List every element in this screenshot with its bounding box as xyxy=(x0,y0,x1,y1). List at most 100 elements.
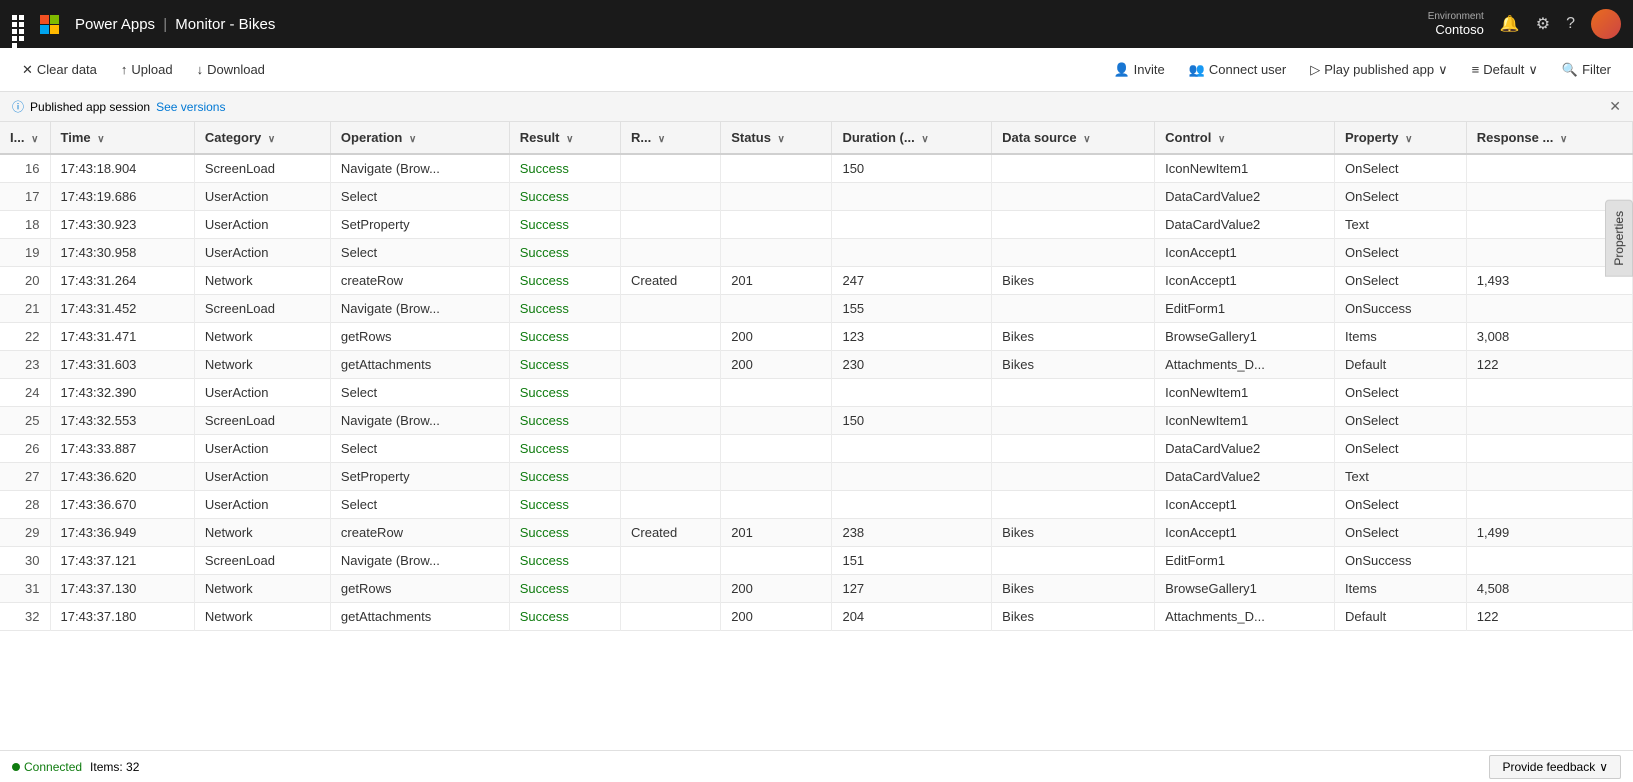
table-row[interactable]: 2417:43:32.390UserActionSelectSuccessIco… xyxy=(0,379,1633,407)
clear-data-button[interactable]: ✕ Clear data xyxy=(12,58,107,82)
table-cell: Attachments_D... xyxy=(1155,351,1335,379)
table-row[interactable]: 2817:43:36.670UserActionSelectSuccessIco… xyxy=(0,491,1633,519)
filter-icon: 🔍 xyxy=(1562,62,1578,78)
provide-feedback-button[interactable]: Provide feedback ∨ xyxy=(1489,755,1621,779)
table-cell xyxy=(832,211,992,239)
see-versions-link[interactable]: See versions xyxy=(156,100,225,114)
table-cell xyxy=(721,379,832,407)
table-cell: Bikes xyxy=(992,519,1155,547)
table-cell: Bikes xyxy=(992,575,1155,603)
table-container: I... ∨ Time ∨ Category ∨ Operation ∨ Res… xyxy=(0,122,1633,750)
info-bar: ⓘ Published app session See versions ✕ xyxy=(0,92,1633,122)
table-row[interactable]: 3217:43:37.180NetworkgetAttachmentsSucce… xyxy=(0,603,1633,631)
info-icon: ⓘ xyxy=(12,98,24,115)
table-row[interactable]: 2317:43:31.603NetworkgetAttachmentsSucce… xyxy=(0,351,1633,379)
table-cell: Success xyxy=(509,463,620,491)
avatar[interactable] xyxy=(1591,9,1621,39)
table-cell xyxy=(621,575,721,603)
table-cell: OnSelect xyxy=(1335,435,1467,463)
table-cell: getAttachments xyxy=(330,351,509,379)
play-published-app-button[interactable]: ▷ Play published app ∨ xyxy=(1300,58,1457,82)
col-response[interactable]: Response ... ∨ xyxy=(1466,122,1632,154)
table-cell: 27 xyxy=(0,463,50,491)
invite-button[interactable]: 👤 Invite xyxy=(1103,58,1174,82)
table-row[interactable]: 2617:43:33.887UserActionSelectSuccessDat… xyxy=(0,435,1633,463)
environment-block: Environment Contoso xyxy=(1428,11,1484,37)
default-button[interactable]: ≡ Default ∨ xyxy=(1462,58,1548,82)
table-row[interactable]: 2217:43:31.471NetworkgetRowsSuccess20012… xyxy=(0,323,1633,351)
table-cell: Network xyxy=(194,575,330,603)
settings-icon[interactable]: ⚙ xyxy=(1536,14,1550,34)
table-cell: IconAccept1 xyxy=(1155,239,1335,267)
table-row[interactable]: 2917:43:36.949NetworkcreateRowSuccessCre… xyxy=(0,519,1633,547)
table-cell: ScreenLoad xyxy=(194,547,330,575)
col-operation[interactable]: Operation ∨ xyxy=(330,122,509,154)
table-cell: OnSelect xyxy=(1335,407,1467,435)
app-title: Power Apps | Monitor - Bikes xyxy=(75,16,275,33)
table-cell: 200 xyxy=(721,575,832,603)
table-cell: Network xyxy=(194,519,330,547)
download-button[interactable]: ↓ Download xyxy=(187,58,275,81)
table-cell xyxy=(992,491,1155,519)
table-row[interactable]: 3017:43:37.121ScreenLoadNavigate (Brow..… xyxy=(0,547,1633,575)
table-cell xyxy=(721,239,832,267)
table-cell: BrowseGallery1 xyxy=(1155,323,1335,351)
table-cell: 17:43:36.670 xyxy=(50,491,194,519)
col-control[interactable]: Control ∨ xyxy=(1155,122,1335,154)
table-cell: Items xyxy=(1335,575,1467,603)
waffle-icon[interactable] xyxy=(12,15,30,33)
table-cell xyxy=(621,547,721,575)
table-cell: Success xyxy=(509,491,620,519)
col-r[interactable]: R... ∨ xyxy=(621,122,721,154)
close-icon: ✕ xyxy=(22,62,33,78)
col-status[interactable]: Status ∨ xyxy=(721,122,832,154)
table-cell: 21 xyxy=(0,295,50,323)
col-datasource[interactable]: Data source ∨ xyxy=(992,122,1155,154)
table-row[interactable]: 3117:43:37.130NetworkgetRowsSuccess20012… xyxy=(0,575,1633,603)
table-cell: Select xyxy=(330,435,509,463)
table-cell xyxy=(621,379,721,407)
table-row[interactable]: 1617:43:18.904ScreenLoadNavigate (Brow..… xyxy=(0,154,1633,183)
table-cell xyxy=(721,154,832,183)
table-cell: DataCardValue2 xyxy=(1155,183,1335,211)
table-cell: 31 xyxy=(0,575,50,603)
col-id[interactable]: I... ∨ xyxy=(0,122,50,154)
table-cell: createRow xyxy=(330,519,509,547)
table-row[interactable]: 1717:43:19.686UserActionSelectSuccessDat… xyxy=(0,183,1633,211)
col-result[interactable]: Result ∨ xyxy=(509,122,620,154)
upload-button[interactable]: ↑ Upload xyxy=(111,58,183,81)
table-row[interactable]: 1817:43:30.923UserActionSetPropertySucce… xyxy=(0,211,1633,239)
info-close-icon[interactable]: ✕ xyxy=(1609,98,1621,115)
col-duration[interactable]: Duration (... ∨ xyxy=(832,122,992,154)
table-cell: Success xyxy=(509,547,620,575)
notification-icon[interactable]: 🔔 xyxy=(1500,14,1520,34)
table-cell: 17:43:31.471 xyxy=(50,323,194,351)
table-cell xyxy=(992,463,1155,491)
table-row[interactable]: 2017:43:31.264NetworkcreateRowSuccessCre… xyxy=(0,267,1633,295)
table-row[interactable]: 2717:43:36.620UserActionSetPropertySucce… xyxy=(0,463,1633,491)
table-row[interactable]: 1917:43:30.958UserActionSelectSuccessIco… xyxy=(0,239,1633,267)
table-cell: Default xyxy=(1335,603,1467,631)
col-time[interactable]: Time ∨ xyxy=(50,122,194,154)
table-cell: 150 xyxy=(832,407,992,435)
table-cell: 155 xyxy=(832,295,992,323)
table-row[interactable]: 2117:43:31.452ScreenLoadNavigate (Brow..… xyxy=(0,295,1633,323)
table-cell: Success xyxy=(509,407,620,435)
properties-panel-tab[interactable]: Properties xyxy=(1605,200,1633,277)
table-cell: Bikes xyxy=(992,603,1155,631)
filter-button[interactable]: 🔍 Filter xyxy=(1552,58,1621,82)
connect-user-button[interactable]: 👥 Connect user xyxy=(1179,58,1297,82)
col-category[interactable]: Category ∨ xyxy=(194,122,330,154)
table-cell: IconNewItem1 xyxy=(1155,154,1335,183)
help-icon[interactable]: ? xyxy=(1566,15,1575,33)
table-cell: 201 xyxy=(721,267,832,295)
table-cell xyxy=(832,435,992,463)
table-cell xyxy=(721,211,832,239)
table-cell: 17:43:33.887 xyxy=(50,435,194,463)
table-cell: OnSelect xyxy=(1335,154,1467,183)
table-cell: Select xyxy=(330,183,509,211)
table-cell: Navigate (Brow... xyxy=(330,407,509,435)
table-row[interactable]: 2517:43:32.553ScreenLoadNavigate (Brow..… xyxy=(0,407,1633,435)
table-cell: OnSuccess xyxy=(1335,295,1467,323)
col-property[interactable]: Property ∨ xyxy=(1335,122,1467,154)
